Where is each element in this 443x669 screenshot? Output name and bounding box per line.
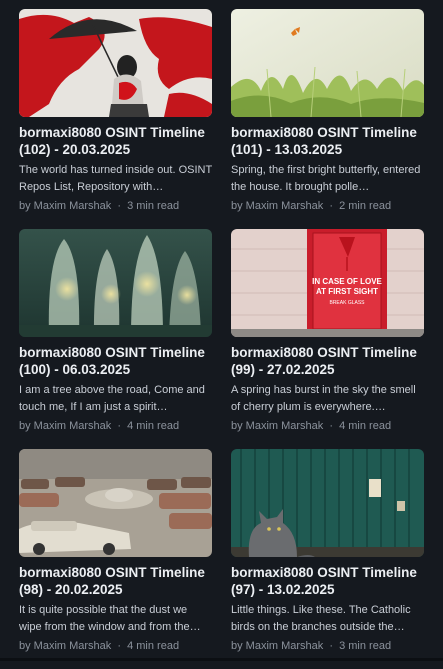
post-title[interactable]: bormaxi8080 OSINT Timeline (101) - 13.03…	[231, 124, 424, 158]
meta-separator: ·	[117, 640, 122, 652]
girl-umbrella-world-map-image	[19, 9, 212, 117]
read-time: 3 min read	[127, 200, 180, 212]
author-name[interactable]: by Maxim Marshak	[231, 420, 323, 432]
meta-separator: ·	[329, 420, 334, 432]
post-thumbnail[interactable]	[19, 9, 212, 117]
post-card[interactable]: bormaxi8080 OSINT Timeline (97) - 13.02.…	[231, 449, 424, 669]
meta-separator: ·	[329, 200, 334, 212]
meta-separator: ·	[329, 640, 334, 652]
post-card[interactable]: bormaxi8080 OSINT Timeline (100) - 06.03…	[19, 229, 212, 449]
read-time: 4 min read	[127, 640, 180, 652]
post-card[interactable]: bormaxi8080 OSINT Timeline (101) - 13.03…	[231, 9, 424, 229]
post-title[interactable]: bormaxi8080 OSINT Timeline (99) - 27.02.…	[231, 344, 424, 378]
author-name[interactable]: by Maxim Marshak	[231, 640, 323, 652]
post-title[interactable]: bormaxi8080 OSINT Timeline (100) - 06.03…	[19, 344, 212, 378]
post-thumbnail[interactable]	[19, 229, 212, 337]
butterfly-grass-image	[231, 9, 424, 117]
post-card[interactable]: IN CASE OF LOVE AT FIRST SIGHT BREAK GLA…	[231, 229, 424, 449]
post-excerpt: Spring, the first bright butterfly, ente…	[231, 164, 421, 193]
post-thumbnail[interactable]	[231, 449, 424, 557]
box-text-line-3: BREAK GLASS	[329, 300, 365, 306]
meta-separator: ·	[117, 200, 122, 212]
post-excerpt: I am a tree above the road, Come and tou…	[19, 384, 205, 413]
author-name[interactable]: by Maxim Marshak	[19, 640, 111, 652]
post-title[interactable]: bormaxi8080 OSINT Timeline (102) - 20.03…	[19, 124, 212, 158]
post-excerpt: A spring has burst in the sky the smell …	[231, 384, 416, 413]
glowing-ghosts-forest-image	[19, 229, 212, 337]
post-grid: bormaxi8080 OSINT Timeline (102) - 20.03…	[0, 0, 443, 669]
post-thumbnail[interactable]	[231, 9, 424, 117]
post-meta: by Maxim Marshak · 3 min read	[231, 640, 424, 652]
post-card[interactable]: bormaxi8080 OSINT Timeline (98) - 20.02.…	[19, 449, 212, 669]
meta-separator: ·	[117, 420, 122, 432]
post-meta: by Maxim Marshak · 2 min read	[231, 200, 424, 212]
post-meta: by Maxim Marshak · 4 min read	[19, 420, 212, 432]
read-time: 4 min read	[339, 420, 392, 432]
author-name[interactable]: by Maxim Marshak	[231, 200, 323, 212]
post-excerpt: Little things. Like these. The Catholic …	[231, 604, 411, 633]
post-card[interactable]: bormaxi8080 OSINT Timeline (102) - 20.03…	[19, 9, 212, 229]
author-name[interactable]: by Maxim Marshak	[19, 200, 111, 212]
post-title[interactable]: bormaxi8080 OSINT Timeline (97) - 13.02.…	[231, 564, 424, 598]
post-meta: by Maxim Marshak · 4 min read	[19, 640, 212, 652]
post-meta: by Maxim Marshak · 3 min read	[19, 200, 212, 212]
read-time: 2 min read	[339, 200, 392, 212]
read-time: 4 min read	[127, 420, 180, 432]
post-meta: by Maxim Marshak · 4 min read	[231, 420, 424, 432]
in-case-of-love-box-image: IN CASE OF LOVE AT FIRST SIGHT BREAK GLA…	[231, 229, 424, 337]
author-name[interactable]: by Maxim Marshak	[19, 420, 111, 432]
post-excerpt: The world has turned inside out. OSINT R…	[19, 164, 212, 193]
post-excerpt: It is quite possible that the dust we wi…	[19, 604, 201, 633]
cat-green-wall-image	[231, 449, 424, 557]
post-thumbnail[interactable]	[19, 449, 212, 557]
read-time: 3 min read	[339, 640, 392, 652]
box-text-line-2: AT FIRST SIGHT	[316, 287, 378, 296]
ufo-car-junkyard-image	[19, 449, 212, 557]
post-thumbnail[interactable]: IN CASE OF LOVE AT FIRST SIGHT BREAK GLA…	[231, 229, 424, 337]
box-text-line-1: IN CASE OF LOVE	[312, 277, 382, 286]
post-title[interactable]: bormaxi8080 OSINT Timeline (98) - 20.02.…	[19, 564, 212, 598]
